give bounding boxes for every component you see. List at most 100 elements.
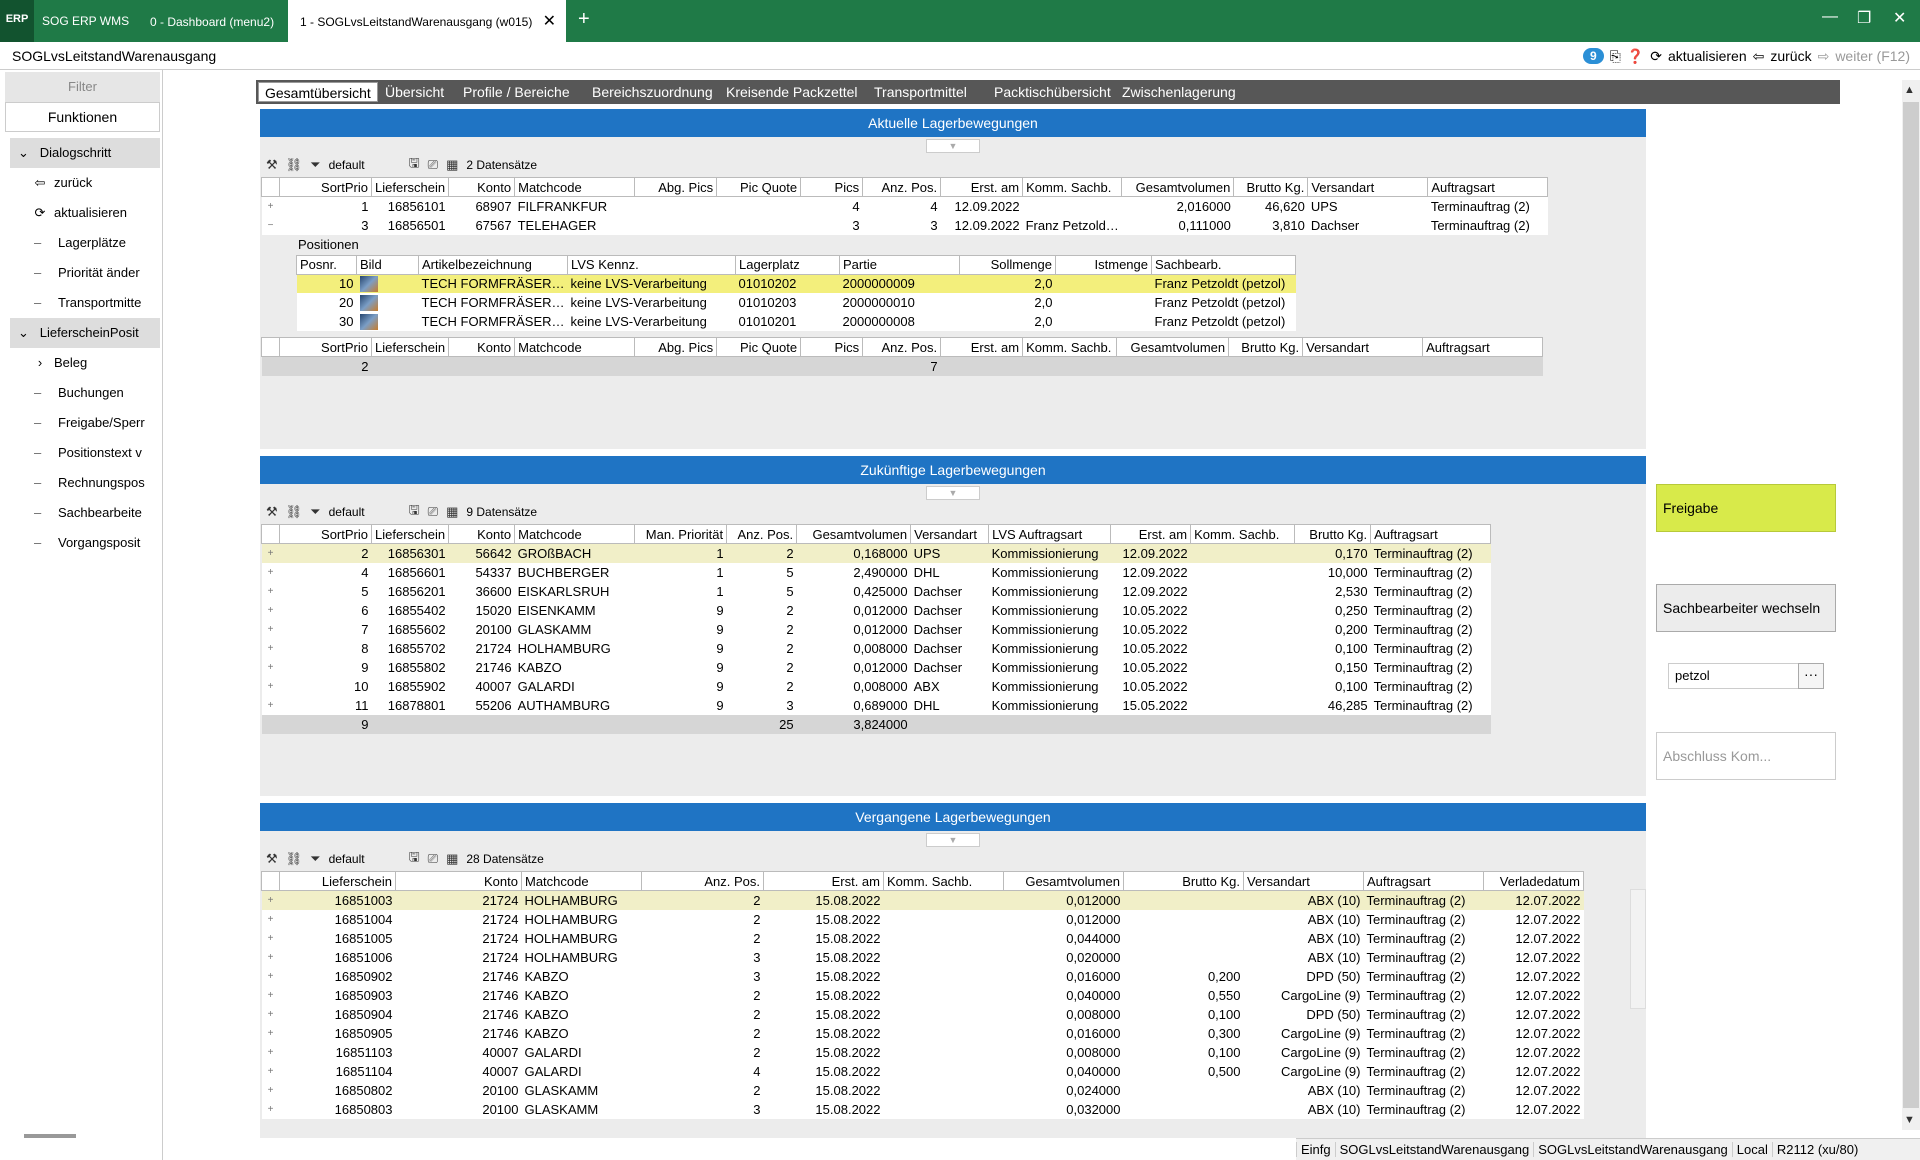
col-header[interactable]: Komm. Sachb.	[1022, 337, 1118, 357]
col-header[interactable]: Anz. Pos.	[726, 524, 798, 544]
layout-select[interactable]: default	[329, 852, 401, 866]
tab-gesamtuebersicht[interactable]: Gesamtübersicht	[258, 82, 378, 102]
table-row[interactable]: +16851103 40007 GALARDI 2 15.08.2022 0,008000…	[261, 1042, 1584, 1062]
col-header[interactable]: Komm. Sachb.	[1190, 524, 1296, 544]
add-tab-icon[interactable]: +	[578, 8, 590, 31]
hammer-icon[interactable]: ⚒	[266, 851, 278, 867]
filter-icon[interactable]: ⏷	[310, 504, 320, 520]
expand-row-icon[interactable]: +	[261, 1080, 280, 1100]
collapse-handle[interactable]: ▼	[260, 137, 1646, 153]
save-icon[interactable]: 🖫	[409, 501, 420, 523]
table-row[interactable]: +16851006 21724 HOLHAMBURG 3 15.08.2022 0,020…	[261, 947, 1584, 967]
layout-select[interactable]: default	[329, 505, 401, 519]
expand-row-icon[interactable]: +	[261, 600, 280, 620]
col-header[interactable]: Sachbearb.	[1151, 254, 1296, 275]
table-row[interactable]: +16850803 20100 GLASKAMM 3 15.08.2022 0,03200…	[261, 1099, 1584, 1119]
col-header[interactable]: Partie	[839, 254, 960, 275]
tab-dashboard[interactable]: 0 - Dashboard (menu2)	[138, 0, 286, 42]
table-row[interactable]: +10 16855902 40007 GALARDI 9 2 0,008000 ABX Komm…	[261, 676, 1491, 696]
expand-row-icon[interactable]: +	[261, 1099, 280, 1119]
expand-row-icon[interactable]: +	[261, 196, 280, 216]
grid-settings-icon[interactable]: ▦	[446, 504, 458, 520]
sidebar-item-freigabe[interactable]: – Freigabe/Sperr	[10, 408, 160, 438]
expand-row-icon[interactable]: +	[261, 947, 280, 967]
col-header[interactable]: Auftragsart	[1427, 177, 1549, 197]
col-header[interactable]: Pics	[800, 337, 864, 357]
expand-row-icon[interactable]: +	[261, 928, 280, 948]
position-row[interactable]: 30 TECH FORMFRÄSER… keine LVS-Verarbeitung…	[296, 312, 1296, 331]
tab-kreisende-packzettel[interactable]: Kreisende Packzettel	[720, 82, 864, 102]
main-scrollbar[interactable]: ▲ ▼	[1902, 80, 1920, 1130]
sidebar-item-beleg[interactable]: › Beleg	[10, 348, 160, 378]
refresh-icon[interactable]: ⟳	[1650, 48, 1662, 65]
col-header[interactable]: Anz. Pos.	[862, 337, 942, 357]
release-button[interactable]: Freigabe	[1656, 484, 1836, 532]
add-document-icon[interactable]: ⎘	[1610, 48, 1621, 65]
collapse-handle[interactable]: ▼	[260, 831, 1646, 847]
delete-layout-icon[interactable]: ⎚	[428, 504, 438, 520]
col-header[interactable]: Versandart	[910, 524, 990, 544]
col-header[interactable]: Komm. Sachb.	[883, 871, 1004, 891]
expand-row-icon[interactable]: +	[261, 657, 280, 677]
col-header[interactable]: Gesamtvolumen	[1121, 177, 1235, 197]
save-icon[interactable]: 🖫	[409, 154, 420, 176]
expand-row-icon[interactable]: +	[261, 1061, 280, 1081]
sidebar-item-buchungen[interactable]: – Buchungen	[10, 378, 160, 408]
col-header[interactable]: Pics	[800, 177, 864, 197]
expand-row-icon[interactable]: +	[261, 909, 280, 929]
col-header[interactable]: Auftragsart	[1370, 524, 1492, 544]
filter-icon[interactable]: ⏷	[310, 851, 320, 867]
col-header[interactable]: Konto	[448, 337, 516, 357]
position-row[interactable]: 10 TECH FORMFRÄSER… keine LVS-Verarbeitung…	[296, 274, 1296, 293]
sidebar-filter-tab[interactable]: Filter	[5, 72, 160, 102]
col-header[interactable]: Sollmenge	[959, 254, 1056, 275]
col-header[interactable]: Versandart	[1307, 177, 1429, 197]
expand-row-icon[interactable]: +	[261, 562, 280, 582]
expand-row-icon[interactable]: +	[261, 1004, 280, 1024]
col-header[interactable]: Man. Priorität	[634, 524, 728, 544]
table-row[interactable]: +16851104 40007 GALARDI 4 15.08.2022 0,040000…	[261, 1061, 1584, 1081]
scroll-down-icon[interactable]: ▼	[1904, 1114, 1915, 1126]
delete-layout-icon[interactable]: ⎚	[428, 851, 438, 867]
table-row[interactable]: +6 16855402 15020 EISENKAMM 9 2 0,012000 Dachse…	[261, 600, 1491, 620]
col-header[interactable]: Brutto Kg.	[1228, 337, 1304, 357]
col-header[interactable]: Istmenge	[1055, 254, 1152, 275]
col-header[interactable]: Erst. am	[763, 871, 884, 891]
notification-badge[interactable]: 9	[1582, 48, 1604, 64]
expand-row-icon[interactable]: +	[261, 1023, 280, 1043]
save-icon[interactable]: 🖫	[409, 848, 420, 870]
sidebar-item-prioritaet[interactable]: – Priorität änder	[10, 258, 160, 288]
table-row[interactable]: +16851005 21724 HOLHAMBURG 2 15.08.2022 0,044…	[261, 928, 1584, 948]
table-row[interactable]: +4 16856601 54337 BUCHBERGER 1 5 2,490000 DHL Ko…	[261, 562, 1491, 582]
back-button[interactable]: zurück	[1770, 48, 1811, 64]
expand-row-icon[interactable]: +	[261, 543, 280, 563]
close-window-icon[interactable]: ✕	[1893, 8, 1906, 28]
table-row[interactable]: +16850904 21746 KABZO 2 15.08.2022 0,008000 0,…	[261, 1004, 1584, 1024]
col-header[interactable]: Konto	[448, 524, 516, 544]
scroll-up-icon[interactable]: ▲	[1904, 84, 1915, 96]
table-row[interactable]: +16851003 21724 HOLHAMBURG 2 15.08.2022 0,012…	[261, 890, 1584, 910]
col-header[interactable]: Posnr.	[296, 254, 357, 275]
col-header[interactable]: Lagerplatz	[735, 254, 840, 275]
tab-zwischenlagerung[interactable]: Zwischenlagerung	[1116, 82, 1242, 102]
col-header[interactable]: Versandart	[1243, 871, 1364, 891]
table-row[interactable]: +16850802 20100 GLASKAMM 2 15.08.2022 0,02400…	[261, 1080, 1584, 1100]
col-header[interactable]: Lieferschein	[370, 177, 450, 197]
filter-icon[interactable]: ⏷	[310, 157, 320, 173]
sidebar-item-zurueck[interactable]: ⇦ zurück	[10, 168, 160, 198]
tab-transportmittel[interactable]: Transportmittel	[868, 82, 973, 102]
col-header[interactable]: Erst. am	[940, 177, 1024, 197]
col-header[interactable]: Pic Quote	[716, 337, 802, 357]
col-header[interactable]: Matchcode	[514, 177, 636, 197]
table-row[interactable]: +11 16878801 55206 AUTHAMBURG 9 3 0,689000 DHL K…	[261, 695, 1491, 715]
tab-bereichszuordnung[interactable]: Bereichszuordnung	[586, 82, 719, 102]
change-clerk-button[interactable]: Sachbearbeiter wechseln	[1656, 584, 1836, 632]
col-header[interactable]: LVS Kennz.	[567, 254, 736, 275]
tab-uebersicht[interactable]: Übersicht	[379, 82, 450, 102]
help-icon[interactable]: ❓	[1627, 48, 1644, 65]
table-row[interactable]: +16850902 21746 KABZO 3 15.08.2022 0,016000 0,…	[261, 966, 1584, 986]
expand-row-icon[interactable]: −	[261, 215, 280, 235]
col-header[interactable]: Anz. Pos.	[862, 177, 942, 197]
table-row[interactable]: +7 16855602 20100 GLASKAMM 9 2 0,012000 Dachser…	[261, 619, 1491, 639]
col-header[interactable]: Lieferschein	[279, 871, 396, 891]
